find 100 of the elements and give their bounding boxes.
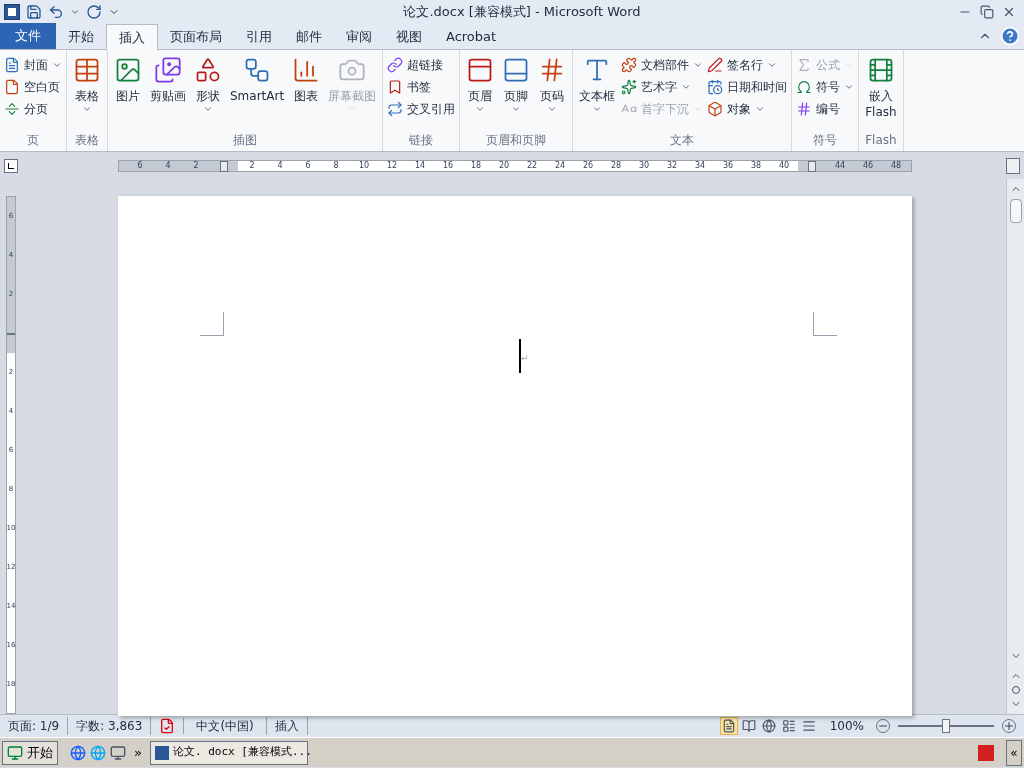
ribbon-button[interactable]: 日期和时间 [705, 76, 790, 98]
ribbon-icon [707, 79, 724, 95]
zoom-in-icon[interactable] [1002, 719, 1016, 733]
insert-mode[interactable]: 插入 [266, 717, 308, 735]
caret-icon [693, 60, 704, 70]
ribbon-button[interactable]: 编号 [794, 98, 857, 120]
undo-icon[interactable] [48, 4, 64, 20]
ruler-number: 12 [386, 161, 398, 170]
indent-marker[interactable] [808, 160, 816, 172]
ribbon-button[interactable]: 艺术字 [619, 76, 706, 98]
close-icon[interactable] [1002, 5, 1016, 19]
caret-icon [511, 104, 522, 114]
window-title: 论文.docx [兼容模式] - Microsoft Word [403, 3, 641, 22]
ribbon-button[interactable]: 签名行 [705, 54, 790, 76]
ruler-number: 6 [137, 161, 143, 170]
indent-marker[interactable] [220, 160, 228, 172]
caret-icon [203, 104, 213, 114]
ribbon-button[interactable]: 超链接 [385, 54, 458, 76]
paragraph-mark: ↵ [521, 354, 529, 363]
vertical-scrollbar[interactable] [1006, 179, 1024, 714]
view-ruler-button[interactable] [1006, 157, 1020, 174]
zoom-level[interactable]: 100% [817, 717, 876, 735]
ribbon-tab[interactable]: 引用 [234, 24, 284, 49]
ribbon-button[interactable]: SmartArt [226, 54, 289, 130]
word-count[interactable]: 字数: 3,863 [68, 717, 152, 735]
show-tray-button[interactable]: « [1006, 739, 1022, 766]
tab-selector[interactable] [4, 158, 18, 173]
ribbon-icon [796, 101, 813, 117]
ribbon-button[interactable]: 剪贴画 [146, 54, 190, 130]
caret-icon [547, 104, 558, 114]
caret-icon [767, 60, 778, 70]
scrollbar-thumb[interactable] [1009, 199, 1022, 223]
browser-icon[interactable] [70, 744, 86, 761]
ribbon-button[interactable]: 交叉引用 [385, 98, 458, 120]
ribbon-button[interactable]: 页码 [534, 54, 571, 130]
ribbon-tab[interactable]: Acrobat [434, 24, 509, 49]
ribbon-button[interactable]: 表格 [69, 54, 105, 130]
ribbon-button[interactable]: 封面 [2, 54, 64, 76]
ruler-number: 20 [498, 161, 510, 170]
text-cursor [519, 339, 521, 373]
ribbon-button[interactable]: 图片 [110, 54, 146, 130]
ribbon-button[interactable]: 页脚 [498, 54, 535, 130]
more-icons-chevron[interactable]: » [130, 742, 146, 763]
ribbon-button[interactable]: 分页 [2, 98, 64, 120]
proofing-icon[interactable] [159, 718, 176, 734]
ribbon-tab[interactable]: 视图 [384, 24, 434, 49]
ribbon-button[interactable]: 图表 [288, 54, 325, 130]
ribbon-icon [387, 57, 404, 73]
ribbon-button[interactable]: 对象 [705, 98, 790, 120]
ruler-number: 30 [638, 161, 650, 170]
ribbon-button[interactable]: 书签 [385, 76, 458, 98]
ribbon-button[interactable]: 文本框 [575, 54, 620, 130]
ribbon-button[interactable]: 页眉 [462, 54, 499, 130]
help-icon[interactable] [1000, 26, 1020, 46]
group-label: 表格 [75, 132, 99, 149]
group-label: 页眉和页脚 [486, 132, 547, 149]
ruler-number: 40 [778, 161, 790, 170]
ribbon-tab[interactable]: 邮件 [284, 24, 334, 49]
desktop-icon[interactable] [110, 744, 126, 761]
taskbar-item[interactable]: 论文. docx [兼容模式... [149, 740, 308, 765]
save-icon[interactable] [26, 4, 42, 20]
ribbon-tab[interactable]: 页面布局 [158, 24, 234, 49]
ruler-number: 46 [862, 161, 874, 170]
caret-icon [844, 60, 855, 70]
ribbon-tab[interactable]: 插入 [106, 24, 158, 50]
ribbon-icon [114, 56, 142, 84]
ruler-number: 4 [165, 161, 171, 170]
tray-app-icon[interactable] [978, 744, 994, 761]
start-button[interactable]: 开始 [2, 740, 58, 765]
ribbon-tab[interactable]: 开始 [56, 24, 106, 49]
ribbon-button[interactable]: 文档部件 [619, 54, 706, 76]
caret-icon [844, 82, 855, 92]
caret-icon [52, 60, 62, 70]
restore-icon[interactable] [980, 5, 994, 19]
zoom-slider-thumb[interactable] [942, 719, 950, 733]
ruler-number: 2 [193, 161, 199, 170]
view-button[interactable] [719, 717, 738, 735]
caret-icon[interactable] [70, 7, 80, 17]
ruler-number: 38 [750, 161, 762, 170]
file-tab[interactable]: 文件 [0, 23, 56, 49]
caret-icon [681, 82, 692, 92]
ribbon-button[interactable]: 符号 [794, 76, 857, 98]
page-count[interactable]: 页面: 1/9 [0, 717, 69, 735]
ruler-number: 28 [610, 161, 622, 170]
ruler-number: 22 [526, 161, 538, 170]
ruler-number: 44 [834, 161, 846, 170]
redo-icon[interactable] [86, 4, 102, 20]
ruler-number: 36 [722, 161, 734, 170]
ribbon-button[interactable]: 空白页 [2, 76, 64, 98]
ruler-number: 6 [305, 161, 311, 170]
ribbon-tab[interactable]: 审阅 [334, 24, 384, 49]
ruler-number: 18 [470, 161, 482, 170]
caret-icon [693, 104, 704, 114]
ribbon-button[interactable]: 嵌入 Flash [861, 54, 901, 130]
group-label: 页 [27, 132, 39, 149]
ribbon-icon [4, 57, 20, 73]
group-label: 链接 [409, 132, 434, 149]
ruler-number: 14 [414, 161, 426, 170]
language-status[interactable]: 中文(中国) [184, 717, 267, 735]
ribbon-button[interactable]: 形状 [190, 54, 226, 130]
